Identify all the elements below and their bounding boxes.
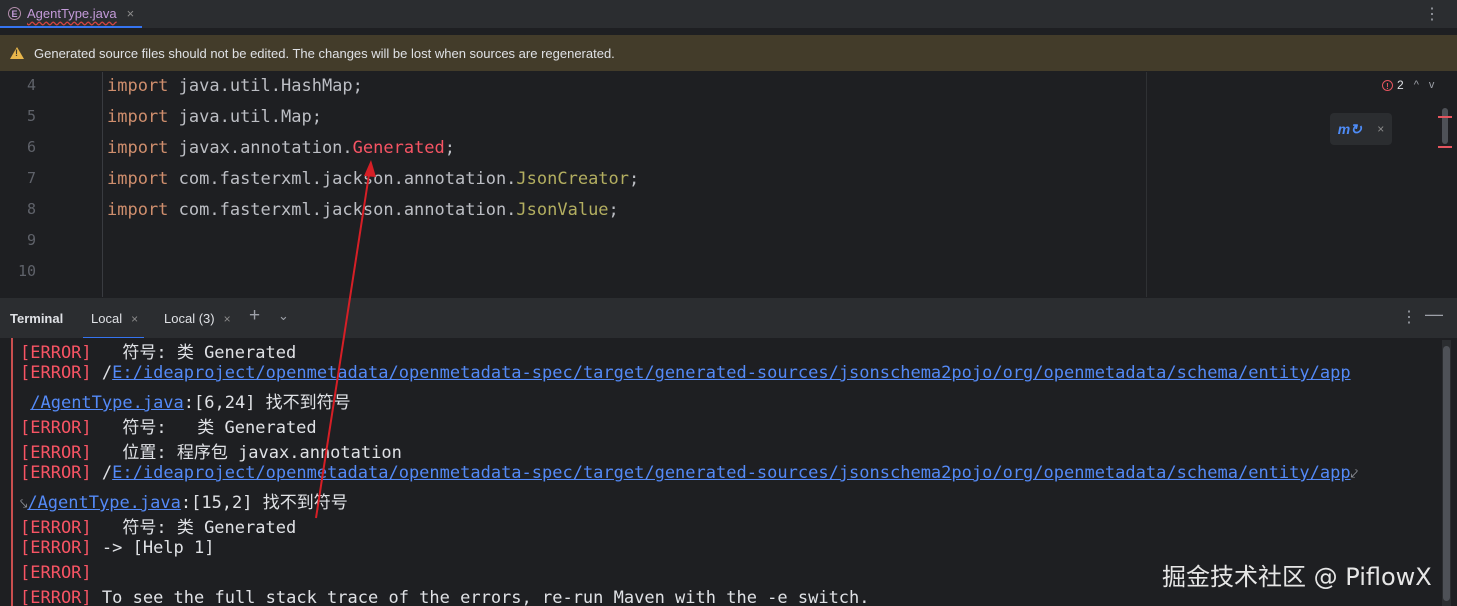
annotation-arrow (315, 160, 376, 519)
watermark-text: 掘金技术社区 @ PiflowX (1162, 563, 1432, 591)
